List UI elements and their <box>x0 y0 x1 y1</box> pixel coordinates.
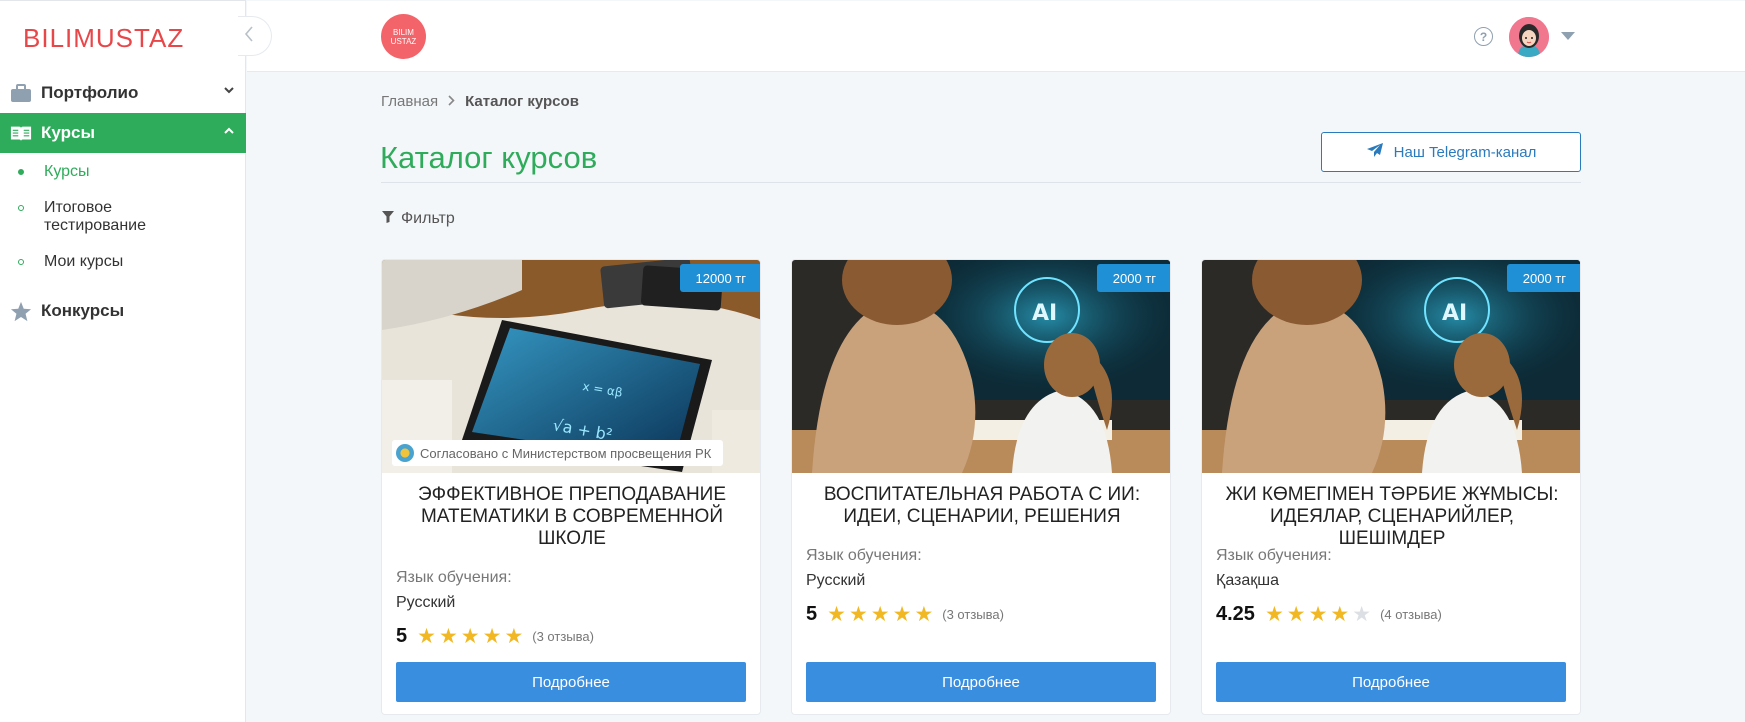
sidebar-item-label: Курсы <box>41 123 95 142</box>
rating-row: 4.25 ★ ★ ★ ★ ★ (4 отзыва) <box>1216 602 1442 627</box>
sidebar-subitem-label: Итоговое тестирование <box>44 199 146 234</box>
price-badge: 2000 тг <box>1096 264 1170 292</box>
top-header: BILIM USTAZ ? <box>247 1 1745 72</box>
language-label: Язык обучения: <box>1216 547 1332 564</box>
course-image[interactable]: √a + b² x = αβ 12000 тг Согласовано с Ми… <box>382 260 760 473</box>
avatar[interactable] <box>1509 17 1549 57</box>
sidebar-subitem-courses[interactable]: Курсы <box>0 163 246 199</box>
star-icon: ★ <box>1264 603 1284 626</box>
emblem-icon <box>396 444 414 462</box>
price-badge: 2000 тг <box>1506 264 1580 292</box>
breadcrumb-home[interactable]: Главная <box>381 93 438 110</box>
language-value: Русский <box>806 572 866 589</box>
rating-row: 5 ★ ★ ★ ★ ★ (3 отзыва) <box>806 602 1004 627</box>
language-value: Русский <box>396 594 456 611</box>
brand-badge[interactable]: BILIM USTAZ <box>381 14 426 59</box>
reviews-count[interactable]: (3 отзыва) <box>532 629 594 644</box>
rating-row: 5 ★ ★ ★ ★ ★ (3 отзыва) <box>396 624 594 649</box>
breadcrumb-current: Каталог курсов <box>465 93 579 110</box>
sidebar-item-label: Портфолио <box>41 83 139 102</box>
rating-value: 5 <box>806 603 818 625</box>
sidebar-item-courses[interactable]: Курсы <box>0 113 246 153</box>
chevron-down-icon[interactable] <box>1561 32 1575 40</box>
course-card[interactable]: AI 2000 тг ЖИ КӨМЕГІМЕН ТӘРБИЕ ЖҰМЫСЫ: И… <box>1201 259 1581 715</box>
chevron-left-icon <box>244 25 254 47</box>
star-icon <box>10 301 32 321</box>
breadcrumb: Главная Каталог курсов <box>381 93 579 110</box>
star-icon: ★ <box>417 625 436 648</box>
divider <box>381 182 1581 183</box>
filter-toggle[interactable]: Фильтр <box>382 210 455 228</box>
language-value: Қазақша <box>1216 572 1280 589</box>
details-button[interactable]: Подробнее <box>396 662 746 702</box>
star-icon: ★ <box>1330 603 1350 626</box>
reviews-count[interactable]: (3 отзыва) <box>942 607 1004 622</box>
bullet-icon <box>18 169 24 175</box>
chevron-up-icon <box>224 125 234 137</box>
rating-value: 5 <box>396 625 408 647</box>
book-icon <box>10 123 32 143</box>
sidebar-item-label: Конкурсы <box>41 301 125 320</box>
star-icon: ★ <box>827 603 846 626</box>
details-button[interactable]: Подробнее <box>1216 662 1566 702</box>
course-card[interactable]: √a + b² x = αβ 12000 тг Согласовано с Ми… <box>381 259 761 715</box>
language-label: Язык обучения: <box>806 547 922 564</box>
star-icon: ★ <box>892 603 912 626</box>
ai-screen-text: AI <box>1032 301 1057 326</box>
briefcase-icon <box>10 83 32 103</box>
sidebar: BILIMUSTAZ Портфолио Курсы Курсы Итогово… <box>0 0 246 722</box>
page-title: Каталог курсов <box>380 140 598 175</box>
course-card[interactable]: AI 2000 тг ВОСПИТАТЕЛЬНАЯ РАБОТА С ИИ: И… <box>791 259 1171 715</box>
star-icon: ★ <box>914 603 934 626</box>
course-image[interactable]: AI 2000 тг <box>792 260 1170 473</box>
help-icon[interactable]: ? <box>1474 27 1493 46</box>
bullet-icon <box>18 259 24 265</box>
star-icon: ★ <box>460 625 480 648</box>
sidebar-subitem-my-courses[interactable]: Мои курсы <box>0 253 246 289</box>
telegram-icon <box>1366 142 1384 162</box>
star-icon: ★ <box>482 625 502 648</box>
brand-badge-line: USTAZ <box>390 36 417 46</box>
approved-badge: Согласовано с Министерством просвещения … <box>392 440 724 466</box>
course-title[interactable]: ВОСПИТАТЕЛЬНАЯ РАБОТА С ИИ: ИДЕИ, СЦЕНАР… <box>806 484 1158 528</box>
chevron-down-icon <box>224 85 234 97</box>
star-icon: ★ <box>848 603 868 626</box>
chevron-right-icon <box>448 94 455 109</box>
course-title[interactable]: ЭФФЕКТИВНОЕ ПРЕПОДАВАНИЕ МАТЕМАТИКИ В СО… <box>396 484 748 550</box>
sidebar-subitem-final-test[interactable]: Итоговое тестирование <box>0 199 180 253</box>
star-empty-icon: ★ <box>1352 603 1372 626</box>
details-button[interactable]: Подробнее <box>806 662 1156 702</box>
star-icon: ★ <box>1308 603 1328 626</box>
price-badge: 12000 тг <box>679 264 760 292</box>
star-icon: ★ <box>1286 603 1306 626</box>
course-image[interactable]: AI 2000 тг <box>1202 260 1580 473</box>
filter-label: Фильтр <box>401 210 455 227</box>
sidebar-subitem-label: Мои курсы <box>44 253 124 270</box>
sidebar-subitem-label: Курсы <box>44 163 90 180</box>
language-label: Язык обучения: <box>396 569 512 586</box>
telegram-channel-button[interactable]: Наш Telegram-канал <box>1321 132 1581 172</box>
sidebar-nav: Портфолио Курсы Курсы Итоговое тестирова… <box>0 73 246 331</box>
star-icon: ★ <box>438 625 458 648</box>
course-title[interactable]: ЖИ КӨМЕГІМЕН ТӘРБИЕ ЖҰМЫСЫ: ИДЕЯЛАР, СЦЕ… <box>1216 484 1568 550</box>
star-icon: ★ <box>504 625 524 648</box>
filter-icon <box>382 210 394 228</box>
sidebar-item-contests[interactable]: Конкурсы <box>0 291 246 331</box>
reviews-count[interactable]: (4 отзыва) <box>1380 607 1442 622</box>
sidebar-item-portfolio[interactable]: Портфолио <box>0 73 246 113</box>
approved-text: Согласовано с Министерством просвещения … <box>420 445 712 461</box>
logo[interactable]: BILIMUSTAZ <box>23 23 184 54</box>
ai-screen-text: AI <box>1442 301 1467 326</box>
bullet-icon <box>18 205 24 211</box>
brand-badge-line: BILIM <box>393 27 414 37</box>
star-icon: ★ <box>870 603 890 626</box>
rating-value: 4.25 <box>1216 603 1255 625</box>
telegram-channel-label: Наш Telegram-канал <box>1393 143 1537 161</box>
